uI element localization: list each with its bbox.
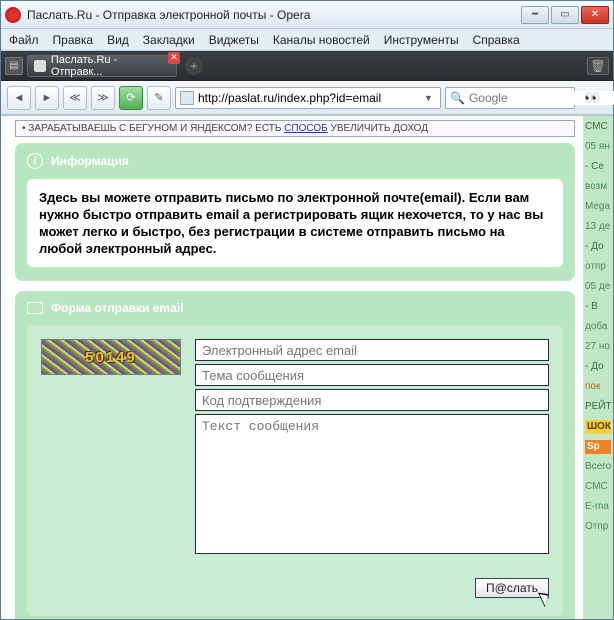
url-input[interactable] — [198, 91, 420, 105]
menu-tools[interactable]: Инструменты — [384, 33, 459, 47]
menu-file[interactable]: Файл — [9, 33, 39, 47]
tab-close-button[interactable]: ✕ — [168, 52, 180, 64]
form-panel: Форма отправки email 50149 — [15, 291, 575, 619]
favicon-icon — [34, 60, 46, 72]
new-tab-left-button[interactable]: ▤ — [5, 57, 23, 75]
subject-field[interactable] — [195, 364, 549, 386]
ad-banner[interactable]: • ЗАРАБАТЫВАЕШЬ С БЕГУНОМ И ЯНДЕКСОМ? ЕС… — [15, 120, 575, 137]
window-title: Паслать.Ru - Отправка электронной почты … — [27, 8, 521, 22]
menu-bar: Файл Правка Вид Закладки Виджеты Каналы … — [1, 29, 613, 51]
captcha-image: 50149 — [41, 339, 181, 375]
tab-bar: ▤ Паслать.Ru - Отправк... ✕ + 🗑 — [1, 51, 613, 81]
window-titlebar: Паслать.Ru - Отправка электронной почты … — [1, 1, 613, 29]
forward-button[interactable]: ► — [35, 86, 59, 110]
menu-edit[interactable]: Правка — [53, 33, 94, 47]
menu-widgets[interactable]: Виджеты — [209, 33, 259, 47]
info-panel: i Информация Здесь вы можете отправить п… — [15, 143, 575, 281]
info-text: Здесь вы можете отправить письмо по элек… — [27, 179, 563, 267]
back-button[interactable]: ◄ — [7, 86, 31, 110]
reload-button[interactable]: ⟳ — [119, 86, 143, 110]
search-bar[interactable]: 🔍 — [445, 87, 575, 109]
menu-feeds[interactable]: Каналы новостей — [273, 33, 370, 47]
wand-button[interactable]: ✎ — [147, 86, 171, 110]
search-engine-icon[interactable]: 🔍 — [450, 91, 465, 105]
sidebar-fragment: СМС 05 ян - Се возм Mega 13 де - До отпр… — [583, 116, 613, 619]
page-viewport[interactable]: • ЗАРАБАТЫВАЕШЬ С БЕГУНОМ И ЯНДЕКСОМ? ЕС… — [1, 115, 613, 619]
submit-button[interactable]: П@слать — [475, 578, 549, 598]
opera-icon — [5, 7, 21, 23]
menu-bookmarks[interactable]: Закладки — [143, 33, 195, 47]
captcha-text: 50149 — [85, 349, 137, 366]
form-heading: Форма отправки email — [51, 301, 183, 315]
tab-label: Паслать.Ru - Отправк... — [51, 54, 170, 78]
fastforward-button[interactable]: ≫ — [91, 86, 115, 110]
info-heading: Информация — [51, 154, 129, 168]
trash-tabs-button[interactable]: 🗑 — [587, 57, 609, 75]
address-bar[interactable]: ▼ — [175, 87, 441, 109]
site-icon — [180, 91, 194, 105]
maximize-button[interactable]: ▭ — [551, 6, 579, 24]
mail-icon — [27, 302, 43, 314]
new-tab-button[interactable]: + — [185, 57, 203, 75]
email-field[interactable] — [195, 339, 549, 361]
banner-link[interactable]: СПОСОБ — [284, 123, 328, 134]
mouse-cursor-icon — [541, 590, 555, 608]
rewind-button[interactable]: ≪ — [63, 86, 87, 110]
message-field[interactable] — [195, 414, 549, 554]
minimize-button[interactable]: ━ — [521, 6, 549, 24]
info-icon: i — [27, 153, 43, 169]
close-button[interactable]: ✕ — [581, 6, 609, 24]
view-mode-button[interactable]: 👀 — [579, 87, 607, 109]
menu-view[interactable]: Вид — [107, 33, 129, 47]
address-dropdown-icon[interactable]: ▼ — [424, 93, 436, 103]
nav-toolbar: ◄ ► ≪ ≫ ⟳ ✎ ▼ 🔍 👀 — [1, 81, 613, 115]
code-field[interactable] — [195, 389, 549, 411]
browser-tab[interactable]: Паслать.Ru - Отправк... ✕ — [27, 55, 177, 77]
menu-help[interactable]: Справка — [473, 33, 520, 47]
